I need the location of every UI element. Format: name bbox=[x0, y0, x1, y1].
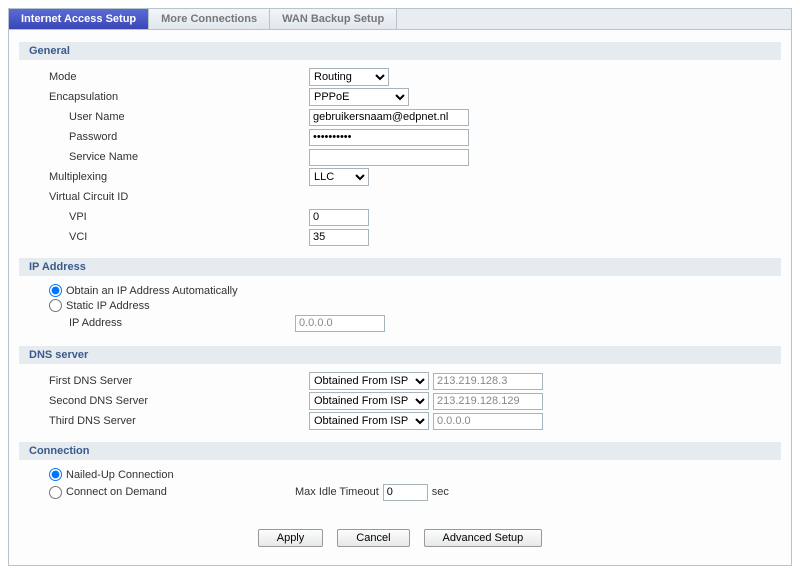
dns3-label: Third DNS Server bbox=[49, 415, 309, 427]
ip-static-label: Static IP Address bbox=[66, 300, 150, 312]
connect-on-demand-label: Connect on Demand bbox=[66, 486, 167, 498]
ip-auto-label: Obtain an IP Address Automatically bbox=[66, 285, 238, 297]
dns2-label: Second DNS Server bbox=[49, 395, 309, 407]
ip-static-radio[interactable] bbox=[49, 299, 62, 312]
config-panel: Internet Access Setup More Connections W… bbox=[8, 8, 792, 566]
max-idle-timeout-unit: sec bbox=[432, 486, 449, 498]
max-idle-timeout-input[interactable] bbox=[383, 484, 428, 501]
password-label: Password bbox=[49, 131, 309, 143]
section-header-ip: IP Address bbox=[19, 258, 781, 276]
cancel-button[interactable]: Cancel bbox=[337, 529, 409, 547]
connect-on-demand-radio[interactable] bbox=[49, 486, 62, 499]
multiplexing-label: Multiplexing bbox=[49, 171, 309, 183]
virtual-circuit-id-label: Virtual Circuit ID bbox=[49, 191, 309, 203]
apply-button[interactable]: Apply bbox=[258, 529, 324, 547]
encapsulation-select[interactable]: PPPoE bbox=[309, 88, 409, 106]
content-area: General Mode Routing Encapsulation PPPoE bbox=[9, 30, 791, 565]
advanced-setup-button[interactable]: Advanced Setup bbox=[424, 529, 543, 547]
vci-label: VCI bbox=[49, 231, 309, 243]
dns1-input[interactable] bbox=[433, 373, 543, 390]
dns3-mode-select[interactable]: Obtained From ISP bbox=[309, 412, 429, 430]
dns2-input[interactable] bbox=[433, 393, 543, 410]
encapsulation-label: Encapsulation bbox=[49, 91, 309, 103]
username-label: User Name bbox=[49, 111, 309, 123]
tab-internet-access-setup[interactable]: Internet Access Setup bbox=[9, 9, 149, 29]
nailed-up-radio[interactable] bbox=[49, 468, 62, 481]
vpi-label: VPI bbox=[49, 211, 309, 223]
password-input[interactable] bbox=[309, 129, 469, 146]
ip-section: Obtain an IP Address Automatically Stati… bbox=[19, 284, 781, 340]
tab-more-connections[interactable]: More Connections bbox=[149, 9, 270, 29]
vci-input[interactable] bbox=[309, 229, 369, 246]
nailed-up-label: Nailed-Up Connection bbox=[66, 469, 174, 481]
vpi-input[interactable] bbox=[309, 209, 369, 226]
multiplexing-select[interactable]: LLC bbox=[309, 168, 369, 186]
general-section: Mode Routing Encapsulation PPPoE User Na… bbox=[19, 68, 781, 252]
dns1-label: First DNS Server bbox=[49, 375, 309, 387]
tab-bar: Internet Access Setup More Connections W… bbox=[9, 9, 791, 30]
connection-section: Nailed-Up Connection Connect on Demand M… bbox=[19, 468, 781, 509]
max-idle-timeout-label: Max Idle Timeout bbox=[295, 486, 379, 498]
mode-select[interactable]: Routing bbox=[309, 68, 389, 86]
dns-section: First DNS Server Obtained From ISP Secon… bbox=[19, 372, 781, 436]
username-input[interactable] bbox=[309, 109, 469, 126]
section-header-connection: Connection bbox=[19, 442, 781, 460]
tab-wan-backup-setup[interactable]: WAN Backup Setup bbox=[270, 9, 397, 29]
service-name-input[interactable] bbox=[309, 149, 469, 166]
section-header-general: General bbox=[19, 42, 781, 60]
ip-address-input[interactable] bbox=[295, 315, 385, 332]
section-header-dns: DNS server bbox=[19, 346, 781, 364]
dns3-input[interactable] bbox=[433, 413, 543, 430]
button-row: Apply Cancel Advanced Setup bbox=[19, 509, 781, 553]
mode-label: Mode bbox=[49, 71, 309, 83]
dns2-mode-select[interactable]: Obtained From ISP bbox=[309, 392, 429, 410]
ip-address-label: IP Address bbox=[49, 317, 295, 329]
dns1-mode-select[interactable]: Obtained From ISP bbox=[309, 372, 429, 390]
service-name-label: Service Name bbox=[49, 151, 309, 163]
ip-auto-radio[interactable] bbox=[49, 284, 62, 297]
